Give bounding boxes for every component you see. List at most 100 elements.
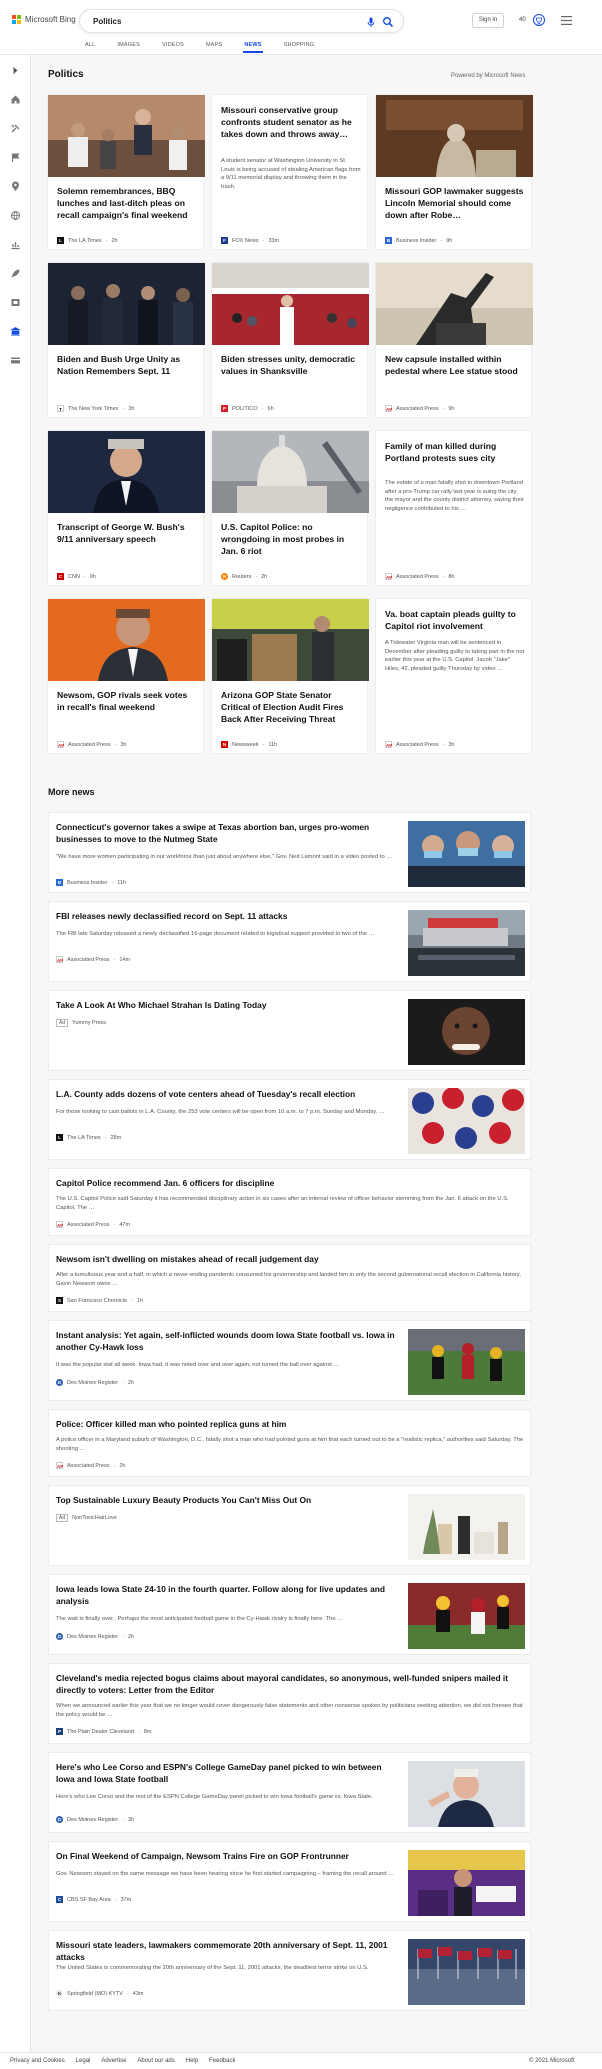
news-card[interactable]: Biden stresses unity, democratic values … [211, 262, 369, 418]
more-news-item[interactable]: Connecticut's governor takes a swipe at … [48, 812, 531, 893]
footer-link-legal[interactable]: Legal [76, 2058, 91, 2064]
card-image[interactable] [48, 95, 205, 177]
film-icon[interactable] [10, 297, 21, 308]
item-image[interactable] [408, 1850, 525, 1916]
item-title[interactable]: FBI releases newly declassified record o… [56, 911, 396, 923]
card-image[interactable] [212, 431, 369, 513]
more-news-item[interactable]: Capitol Police recommend Jan. 6 officers… [48, 1168, 531, 1236]
card-title[interactable]: Biden stresses unity, democratic values … [221, 353, 361, 377]
item-title[interactable]: Cleveland's media rejected bogus claims … [56, 1673, 526, 1696]
chart-icon[interactable] [10, 239, 21, 250]
card-title[interactable]: Transcript of George W. Bush's 9/11 anni… [57, 521, 197, 545]
footer-link-about-ads[interactable]: About our ads [137, 2058, 174, 2064]
item-title[interactable]: Police: Officer killed man who pointed r… [56, 1419, 526, 1431]
menu-icon[interactable] [561, 16, 572, 25]
footer-link-advertise[interactable]: Advertise [101, 2058, 126, 2064]
card-title[interactable]: Family of man killed during Portland pro… [385, 440, 525, 464]
item-image[interactable] [408, 1939, 525, 2005]
news-card[interactable]: Newsom, GOP rivals seek votes in recall'… [47, 598, 205, 754]
tab-all[interactable]: ALL [85, 42, 95, 55]
rocket-icon[interactable] [10, 268, 21, 279]
card-title[interactable]: U.S. Capitol Police: no wrongdoing in mo… [221, 521, 361, 557]
news-card[interactable]: New capsule installed within pedestal wh… [375, 262, 533, 418]
item-title[interactable]: Iowa leads Iowa State 24-10 in the fourt… [56, 1584, 396, 1607]
bing-logo[interactable]: Microsoft Bing [12, 15, 76, 24]
item-title[interactable]: Capitol Police recommend Jan. 6 officers… [56, 1178, 526, 1190]
more-news-item[interactable]: FBI releases newly declassified record o… [48, 901, 531, 982]
search-query[interactable]: Politics [93, 17, 121, 26]
item-image[interactable] [408, 1088, 525, 1154]
item-title[interactable]: L.A. County adds dozens of vote centers … [56, 1089, 396, 1101]
item-image[interactable] [408, 1761, 525, 1827]
more-news-item[interactable]: Instant analysis: Yet again, self-inflic… [48, 1320, 531, 1401]
card-title[interactable]: Solemn remembrances, BBQ lunches and las… [57, 185, 197, 221]
item-image[interactable] [408, 999, 525, 1065]
news-card[interactable]: U.S. Capitol Police: no wrongdoing in mo… [211, 430, 369, 586]
card-title[interactable]: Va. boat captain pleads guilty to Capito… [385, 608, 525, 632]
card-image[interactable] [212, 263, 369, 345]
more-news-item[interactable]: Missouri state leaders, lawmakers commem… [48, 1930, 531, 2011]
tab-images[interactable]: IMAGES [117, 42, 140, 55]
card-image[interactable] [212, 599, 369, 681]
more-news-item[interactable]: L.A. County adds dozens of vote centers … [48, 1079, 531, 1160]
tab-shopping[interactable]: SHOPPING [284, 42, 315, 55]
item-title[interactable]: Instant analysis: Yet again, self-inflic… [56, 1330, 396, 1353]
more-news-item[interactable]: On Final Weekend of Campaign, Newsom Tra… [48, 1841, 531, 1922]
footer-link-privacy[interactable]: Privacy and Cookies [10, 2058, 65, 2064]
more-news-item[interactable]: Top Sustainable Luxury Beauty Products Y… [48, 1485, 531, 1566]
news-card[interactable]: Biden and Bush Urge Unity as Nation Reme… [47, 262, 205, 418]
microphone-icon[interactable] [365, 16, 377, 28]
flag-icon[interactable] [10, 152, 21, 163]
item-image[interactable] [408, 1583, 525, 1649]
search-icon[interactable] [382, 16, 394, 28]
card-title[interactable]: Newsom, GOP rivals seek votes in recall'… [57, 689, 197, 713]
card-image[interactable] [48, 263, 205, 345]
tab-videos[interactable]: VIDEOS [162, 42, 184, 55]
item-image[interactable] [408, 821, 525, 887]
more-news-item[interactable]: Here's who Lee Corso and ESPN's College … [48, 1752, 531, 1833]
card-title[interactable]: Biden and Bush Urge Unity as Nation Reme… [57, 353, 197, 377]
card-title[interactable]: Missouri conservative group confronts st… [221, 104, 361, 140]
news-card[interactable]: Solemn remembrances, BBQ lunches and las… [47, 94, 205, 250]
card-title[interactable]: Arizona GOP State Senator Critical of El… [221, 689, 361, 725]
bank-icon[interactable] [10, 326, 21, 337]
news-card[interactable]: Missouri conservative group confronts st… [211, 94, 368, 250]
card-title[interactable]: New capsule installed within pedestal wh… [385, 353, 525, 377]
item-image[interactable] [408, 910, 525, 976]
card-image[interactable] [376, 95, 533, 177]
footer-link-help[interactable]: Help [186, 2058, 198, 2064]
card-image[interactable] [48, 431, 205, 513]
item-title[interactable]: Missouri state leaders, lawmakers commem… [56, 1940, 396, 1963]
more-news-item[interactable]: Take A Look At Who Michael Strahan Is Da… [48, 990, 531, 1071]
sign-in-button[interactable]: Sign in [472, 13, 504, 28]
item-image[interactable] [408, 1329, 525, 1395]
rewards-trophy-icon[interactable] [532, 13, 546, 27]
card-icon[interactable] [10, 355, 21, 366]
news-card[interactable]: Missouri GOP lawmaker suggests Lincoln M… [375, 94, 533, 250]
card-image[interactable] [376, 263, 533, 345]
item-title[interactable]: Connecticut's governor takes a swipe at … [56, 822, 396, 845]
item-title[interactable]: Top Sustainable Luxury Beauty Products Y… [56, 1495, 396, 1507]
home-icon[interactable] [10, 94, 21, 105]
news-card[interactable]: Arizona GOP State Senator Critical of El… [211, 598, 369, 754]
tools-icon[interactable] [10, 123, 21, 134]
search-input[interactable]: Politics [79, 9, 404, 33]
item-title[interactable]: Newsom isn't dwelling on mistakes ahead … [56, 1254, 526, 1266]
news-card[interactable]: Family of man killed during Portland pro… [375, 430, 532, 586]
item-title[interactable]: Take A Look At Who Michael Strahan Is Da… [56, 1000, 396, 1012]
tab-news[interactable]: NEWS [243, 42, 264, 55]
tab-maps[interactable]: MAPS [206, 42, 222, 55]
card-title[interactable]: Missouri GOP lawmaker suggests Lincoln M… [385, 185, 525, 221]
item-title[interactable]: On Final Weekend of Campaign, Newsom Tra… [56, 1851, 396, 1863]
more-news-item[interactable]: Iowa leads Iowa State 24-10 in the fourt… [48, 1574, 531, 1655]
more-news-item[interactable]: Cleveland's media rejected bogus claims … [48, 1663, 531, 1744]
card-image[interactable] [48, 599, 205, 681]
more-news-item[interactable]: Police: Officer killed man who pointed r… [48, 1409, 531, 1477]
globe-icon[interactable] [10, 210, 21, 221]
footer-link-feedback[interactable]: Feedback [209, 2058, 235, 2064]
news-card[interactable]: Va. boat captain pleads guilty to Capito… [375, 598, 532, 754]
more-news-item[interactable]: Newsom isn't dwelling on mistakes ahead … [48, 1244, 531, 1312]
rewards-count[interactable]: 40 [519, 17, 526, 23]
news-card[interactable]: Transcript of George W. Bush's 9/11 anni… [47, 430, 205, 586]
item-title[interactable]: Here's who Lee Corso and ESPN's College … [56, 1762, 396, 1785]
